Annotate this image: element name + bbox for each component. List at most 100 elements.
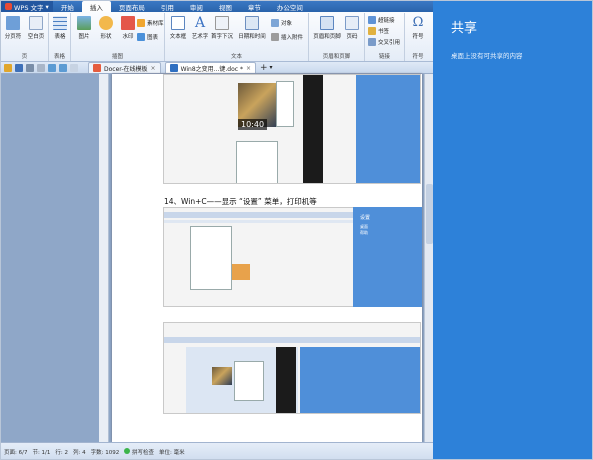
print-icon[interactable] — [26, 63, 34, 72]
status-words: 字数: 1092 — [90, 450, 120, 456]
document-workspace: 10:40 14、Win+C——显示 “设置” 菜单，打印机等 设置 桌面 帮助 — [1, 74, 433, 442]
context-menu-thumbnail — [276, 81, 294, 127]
tab-chapter[interactable]: 章节 — [240, 1, 269, 12]
omega-icon: Ω — [412, 15, 424, 30]
group-label-header-footer: 页眉和页脚 — [322, 54, 351, 60]
page-break-icon — [6, 16, 20, 30]
app-menu-button[interactable]: WPS 文字 ▾ — [1, 1, 53, 12]
table-button[interactable]: 表格 — [49, 16, 71, 40]
redo-icon[interactable] — [59, 63, 67, 72]
insert-attachment-button[interactable]: 插入附件 — [271, 33, 303, 41]
drop-cap-icon — [215, 16, 229, 30]
dropdown-menu-thumbnail — [190, 226, 232, 290]
print-preview-icon[interactable] — [37, 63, 45, 72]
status-page: 页面: 6/7 — [4, 450, 28, 456]
textbox-icon — [171, 16, 185, 30]
watermark-button[interactable]: 水印 — [117, 16, 139, 40]
scrollbar-thumb[interactable] — [426, 184, 433, 244]
embedded-screenshot-charms: 10:40 — [163, 74, 421, 184]
title-bar: WPS 文字 ▾ 开始 插入 页面布局 引用 审阅 视图 章节 办公空间 — [1, 1, 433, 12]
chart-button[interactable]: 图表 — [137, 33, 158, 41]
tab-review[interactable]: 审阅 — [182, 1, 211, 12]
status-bar: 页面: 6/7 节: 1/1 行: 2 列: 4 字数: 1092 拼写检查 单… — [1, 442, 433, 459]
bookmark-button[interactable]: 书签 — [368, 27, 389, 35]
header-footer-button[interactable]: 页眉和页脚 — [313, 16, 341, 40]
paperclip-icon — [271, 33, 279, 41]
new-tab-icon[interactable]: + — [260, 63, 268, 73]
status-column: 列: 4 — [73, 450, 86, 456]
picture-icon — [77, 16, 91, 30]
document-page[interactable]: 10:40 14、Win+C——显示 “设置” 菜单，打印机等 设置 桌面 帮助 — [112, 74, 422, 442]
ribbon: 分页符 空白页 页 表格 表格 图片 形状 水印 素材库 图表 插图 文本框 A… — [1, 12, 433, 62]
chevron-down-icon: ▾ — [45, 2, 49, 11]
tab-insert[interactable]: 插入 — [81, 1, 111, 12]
spell-check-toggle[interactable]: 拼写检查 — [124, 448, 154, 456]
cross-reference-icon — [368, 38, 376, 46]
close-tab-icon[interactable]: × — [246, 65, 251, 72]
symbol-button[interactable]: Ω 符号 — [407, 15, 429, 41]
doc-tab-docer[interactable]: Docer-在线模板 × — [88, 62, 161, 73]
close-tab-icon[interactable]: × — [151, 65, 156, 72]
wordart-icon: A — [194, 15, 206, 31]
status-line: 行: 2 — [55, 450, 69, 456]
picture-button[interactable]: 图片 — [73, 16, 95, 40]
settings-item: 帮助 — [360, 230, 368, 235]
drop-cap-button[interactable]: 首字下沉 — [211, 16, 233, 40]
ribbon-group-page: 分页符 空白页 页 — [1, 13, 49, 61]
bookmark-icon — [368, 27, 376, 35]
group-label-symbols: 符号 — [412, 54, 424, 60]
tab-page-layout[interactable]: 页面布局 — [111, 1, 153, 12]
date-time-button[interactable]: 日期和时间 — [237, 16, 267, 40]
undo-icon[interactable] — [48, 63, 56, 72]
hyperlink-button[interactable]: 超链接 — [368, 16, 395, 24]
shapes-button[interactable]: 形状 — [95, 16, 117, 40]
doc-tab-win8[interactable]: Win8之变用...键.doc * × — [164, 62, 256, 73]
wps-logo-icon — [5, 3, 12, 10]
ribbon-group-symbols: Ω 符号 符号 — [405, 13, 431, 61]
checkmark-icon — [124, 448, 131, 454]
highlight-thumbnail — [232, 264, 250, 280]
clock-overlay: 10:40 — [238, 119, 268, 130]
tab-references[interactable]: 引用 — [153, 1, 182, 12]
ribbon-group-header-footer: 页眉和页脚 页码 页眉和页脚 — [309, 13, 365, 61]
tab-office-space[interactable]: 办公空间 — [269, 1, 311, 12]
chevron-down-icon[interactable]: ▾ — [270, 64, 273, 71]
settings-pane-thumbnail: 设置 桌面 帮助 — [353, 207, 422, 307]
save-icon[interactable] — [15, 63, 23, 72]
vertical-ruler — [99, 74, 109, 442]
ribbon-group-illustrations: 图片 形状 水印 素材库 图表 插图 — [71, 13, 165, 61]
textbox-button[interactable]: 文本框 — [167, 16, 189, 40]
ribbon-group-table: 表格 表格 — [49, 13, 71, 61]
blank-page-button[interactable]: 空白页 — [25, 16, 47, 40]
page-number-icon — [345, 16, 359, 30]
open-folder-icon[interactable] — [4, 63, 12, 72]
group-label-illustrations: 插图 — [111, 54, 123, 60]
share-title: 共享 — [451, 21, 478, 36]
page-break-button[interactable]: 分页符 — [2, 16, 24, 40]
group-label-page: 页 — [21, 54, 28, 60]
page-number-button[interactable]: 页码 — [341, 16, 363, 40]
vertical-scrollbar[interactable] — [424, 74, 433, 442]
customize-chevron-icon[interactable] — [70, 63, 78, 72]
doc-tab-label: Win8之变用...键.doc * — [180, 65, 243, 73]
tab-view[interactable]: 视图 — [211, 1, 240, 12]
material-library-button[interactable]: 素材库 — [137, 19, 164, 27]
tab-home[interactable]: 开始 — [53, 1, 82, 12]
settings-title: 设置 — [360, 215, 371, 221]
cross-reference-button[interactable]: 交叉引用 — [368, 38, 400, 46]
wordart-button[interactable]: A 艺术字 — [189, 16, 211, 40]
shapes-icon — [99, 16, 113, 30]
object-button[interactable]: 对象 — [271, 19, 292, 27]
group-label-table: 表格 — [53, 54, 65, 60]
material-library-icon — [137, 19, 145, 27]
watermark-icon — [121, 16, 135, 30]
calendar-icon — [245, 16, 259, 30]
section-heading: 14、Win+C——显示 “设置” 菜单，打印机等 — [164, 197, 317, 206]
quick-access-bar: Docer-在线模板 × Win8之变用...键.doc * × + ▾ — [1, 62, 433, 74]
object-icon — [271, 19, 279, 27]
status-unit: 单位: 毫米 — [159, 450, 185, 456]
status-section: 节: 1/1 — [32, 450, 51, 456]
embedded-screenshot-desktop — [163, 322, 421, 414]
menu-list-thumbnail — [236, 141, 278, 183]
embedded-screenshot-ribbon — [163, 207, 359, 307]
